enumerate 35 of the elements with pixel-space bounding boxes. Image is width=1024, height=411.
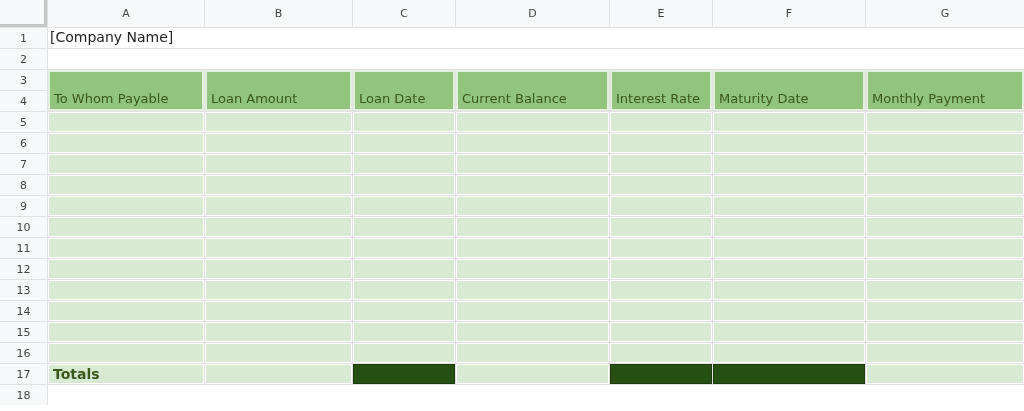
row-header[interactable]: 1: [0, 28, 47, 48]
row-header[interactable]: 13: [0, 280, 47, 300]
row-header[interactable]: 18: [0, 385, 47, 405]
row-header[interactable]: 3: [0, 70, 47, 90]
column-header[interactable]: B: [205, 0, 352, 27]
column-header[interactable]: A: [48, 0, 204, 27]
row-header[interactable]: 17: [0, 364, 47, 384]
column-heading: Loan Date: [353, 70, 455, 111]
totals-label: Totals: [48, 364, 204, 384]
row-header[interactable]: 8: [0, 175, 47, 195]
row-header[interactable]: 15: [0, 322, 47, 342]
row-header[interactable]: 4: [0, 91, 47, 111]
row-header[interactable]: 5: [0, 112, 47, 132]
column-heading: Loan Amount: [205, 70, 352, 111]
column-heading: Current Balance: [456, 70, 609, 111]
row-header[interactable]: 16: [0, 343, 47, 363]
column-heading: Maturity Date: [713, 70, 865, 111]
column-header[interactable]: G: [866, 0, 1024, 27]
row-header[interactable]: 9: [0, 196, 47, 216]
select-all-corner[interactable]: [0, 0, 47, 27]
column-heading: Interest Rate: [610, 70, 712, 111]
column-header[interactable]: D: [456, 0, 609, 27]
column-header[interactable]: E: [610, 0, 712, 27]
company-name: [Company Name]: [48, 28, 1024, 48]
row-header[interactable]: 6: [0, 133, 47, 153]
column-header[interactable]: F: [713, 0, 865, 27]
row-header[interactable]: 14: [0, 301, 47, 321]
column-heading: Monthly Payment: [866, 70, 1024, 111]
column-heading: To Whom Payable: [48, 70, 204, 111]
row-header[interactable]: 10: [0, 217, 47, 237]
column-header[interactable]: C: [353, 0, 455, 27]
row-header[interactable]: 2: [0, 49, 47, 69]
row-header[interactable]: 7: [0, 154, 47, 174]
row-header[interactable]: 12: [0, 259, 47, 279]
row-header[interactable]: 11: [0, 238, 47, 258]
